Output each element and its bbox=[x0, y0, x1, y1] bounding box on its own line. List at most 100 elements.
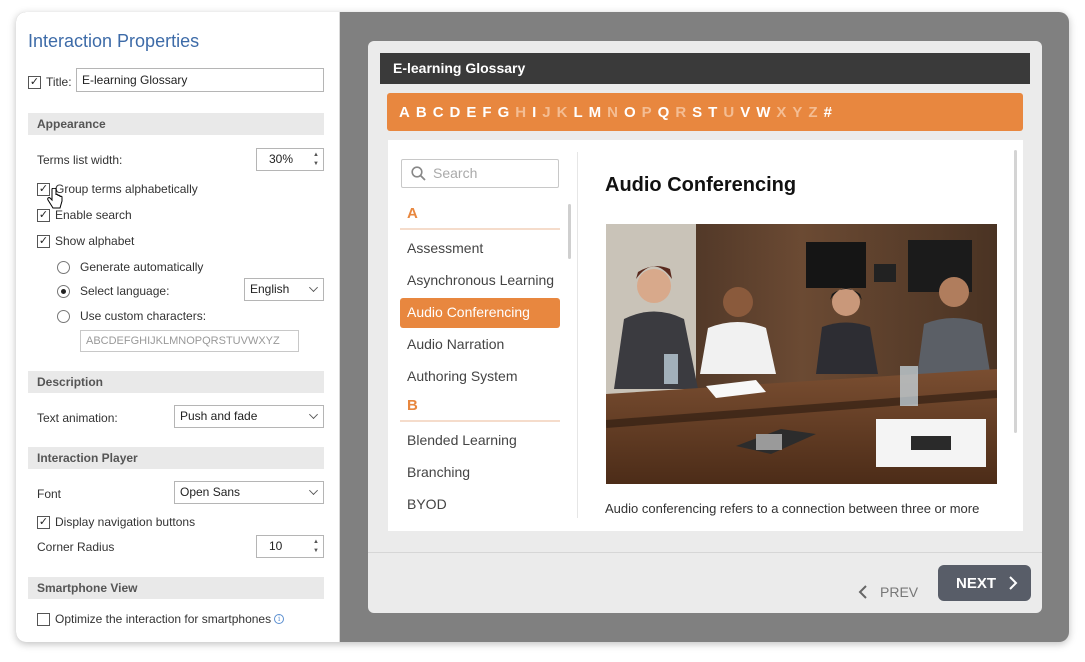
alphabet-letter[interactable]: E bbox=[466, 104, 476, 121]
term-group-header: B bbox=[400, 394, 560, 422]
hand-cursor-icon bbox=[47, 188, 63, 209]
smartphone-section-header: Smartphone View bbox=[28, 577, 324, 599]
language-select[interactable]: English bbox=[244, 278, 324, 301]
search-input[interactable]: Search bbox=[401, 159, 559, 188]
terms-scrollbar[interactable] bbox=[568, 204, 571, 259]
alphabet-letter: N bbox=[607, 103, 618, 121]
term-title: Audio Conferencing bbox=[605, 174, 797, 196]
stepper-arrows-icon[interactable]: ▲ ▼ bbox=[312, 151, 320, 169]
enable-search-label: Enable search bbox=[55, 208, 132, 222]
alphabet-letter[interactable]: G bbox=[498, 104, 510, 121]
select-language-radio[interactable] bbox=[57, 284, 70, 298]
alphabet-letter[interactable]: # bbox=[824, 104, 832, 121]
term-item[interactable]: Assessment bbox=[400, 234, 560, 264]
alphabet-letter[interactable]: F bbox=[482, 104, 491, 121]
font-value: Open Sans bbox=[180, 485, 241, 499]
search-placeholder: Search bbox=[433, 165, 478, 181]
alphabet-letter: H bbox=[515, 103, 527, 121]
alphabet-letter: Z bbox=[808, 103, 818, 121]
title-label: Title: bbox=[46, 75, 72, 89]
corner-radius-stepper[interactable]: 10 ▲ ▼ bbox=[256, 535, 324, 558]
optimize-label: Optimize the interaction for smartphones bbox=[55, 612, 272, 626]
generate-auto-label: Generate automatically bbox=[80, 260, 204, 274]
prev-label: PREV bbox=[880, 584, 919, 600]
text-animation-value: Push and fade bbox=[180, 409, 258, 423]
alphabet-letter[interactable]: B bbox=[416, 104, 427, 121]
custom-chars-label: Use custom characters: bbox=[80, 309, 207, 323]
player-section-header: Interaction Player bbox=[28, 447, 324, 469]
term-description: Audio conferencing refers to a connectio… bbox=[605, 501, 980, 516]
app-window: Interaction Properties ✓ Title: E-learni… bbox=[16, 12, 1069, 642]
alphabet-letter[interactable]: A bbox=[399, 104, 410, 121]
chevron-down-icon bbox=[309, 486, 318, 495]
glossary-content: Search A Assessment Asynchronous Learning A… bbox=[388, 140, 1023, 531]
term-item[interactable]: Audio Conferencing bbox=[400, 298, 560, 328]
select-language-label: Select language: bbox=[80, 284, 170, 298]
corner-radius-value: 10 bbox=[269, 539, 283, 553]
custom-chars-input[interactable]: ABCDEFGHIJKLMNOPQRSTUVWXYZ bbox=[80, 330, 299, 352]
corner-radius-label: Corner Radius bbox=[37, 540, 115, 554]
optimize-checkbox[interactable] bbox=[37, 612, 50, 626]
title-row: ✓ Title: bbox=[28, 75, 72, 89]
content-scrollbar[interactable] bbox=[1014, 150, 1017, 433]
font-select[interactable]: Open Sans bbox=[174, 481, 324, 504]
alphabet-letter[interactable]: V bbox=[740, 104, 750, 121]
select-language-row: Select language: bbox=[57, 284, 169, 298]
alphabet-letter: R bbox=[675, 103, 687, 121]
term-item[interactable]: Blended Learning bbox=[400, 426, 560, 456]
next-label: NEXT bbox=[956, 574, 997, 592]
alphabet-letter[interactable]: D bbox=[450, 104, 461, 121]
show-alphabet-label: Show alphabet bbox=[55, 234, 135, 248]
title-input[interactable]: E-learning Glossary bbox=[76, 68, 324, 92]
text-animation-label: Text animation: bbox=[37, 411, 118, 425]
alphabet-letter: K bbox=[556, 103, 568, 121]
language-value: English bbox=[250, 282, 290, 296]
alphabet-letter[interactable]: L bbox=[573, 104, 582, 121]
alphabet-letter[interactable]: S bbox=[692, 104, 702, 121]
appearance-section-header: Appearance bbox=[28, 113, 324, 135]
terms-list: A Assessment Asynchronous Learning Audio Co… bbox=[400, 202, 560, 522]
enable-search-checkbox[interactable]: ✓ bbox=[37, 208, 50, 222]
term-item[interactable]: Asynchronous Learning bbox=[400, 266, 560, 296]
font-label: Font bbox=[37, 487, 62, 501]
group-terms-label: Group terms alphabetically bbox=[55, 182, 198, 196]
description-section-header: Description bbox=[28, 371, 324, 393]
term-item[interactable]: Authoring System bbox=[400, 362, 560, 392]
alphabet-letter: U bbox=[723, 103, 735, 121]
text-animation-select[interactable]: Push and fade bbox=[174, 405, 324, 428]
preview-player: E-learning Glossary ABCDEFGHIJKLMNOPQRST… bbox=[368, 41, 1042, 613]
alphabet-bar: A B C D E F G H I J K L M N O P Q R S T U V W X Y Z # bbox=[387, 93, 1023, 131]
alphabet-letter[interactable]: I bbox=[532, 104, 536, 121]
terms-width-label: Terms list width: bbox=[37, 153, 123, 167]
terms-width-stepper[interactable]: 30% ▲ ▼ bbox=[256, 148, 324, 171]
display-nav-checkbox[interactable]: ✓ bbox=[37, 515, 50, 529]
properties-panel: Interaction Properties ✓ Title: E-learni… bbox=[16, 12, 340, 642]
alphabet-letter: P bbox=[641, 103, 652, 121]
term-group-header: A bbox=[400, 202, 560, 230]
player-title: E-learning Glossary bbox=[380, 53, 1030, 84]
list-divider bbox=[577, 152, 578, 518]
term-item[interactable]: Audio Narration bbox=[400, 330, 560, 360]
next-button[interactable]: NEXT bbox=[938, 565, 1031, 601]
term-item[interactable]: Branching bbox=[400, 458, 560, 488]
display-nav-label: Display navigation buttons bbox=[55, 515, 196, 529]
generate-auto-radio[interactable] bbox=[57, 260, 70, 274]
stepper-arrows-icon[interactable]: ▲ ▼ bbox=[312, 538, 320, 556]
alphabet-letter[interactable]: Q bbox=[658, 104, 670, 121]
nav-divider bbox=[368, 552, 1042, 553]
show-alphabet-checkbox[interactable]: ✓ bbox=[37, 234, 50, 248]
generate-auto-row: Generate automatically bbox=[57, 260, 203, 274]
alphabet-letter[interactable]: W bbox=[756, 104, 770, 121]
chevron-left-icon bbox=[858, 585, 867, 599]
alphabet-letter[interactable]: M bbox=[589, 104, 602, 121]
conference-photo bbox=[606, 224, 997, 484]
alphabet-letter[interactable]: T bbox=[708, 104, 717, 121]
title-checkbox[interactable]: ✓ bbox=[28, 75, 41, 89]
custom-chars-radio[interactable] bbox=[57, 309, 70, 323]
alphabet-letter[interactable]: O bbox=[624, 104, 636, 121]
term-item[interactable]: BYOD bbox=[400, 490, 560, 520]
info-icon[interactable]: i bbox=[274, 614, 285, 624]
prev-button[interactable]: PREV bbox=[858, 574, 918, 610]
alphabet-letter[interactable]: C bbox=[433, 104, 444, 121]
chevron-down-icon bbox=[309, 283, 318, 292]
